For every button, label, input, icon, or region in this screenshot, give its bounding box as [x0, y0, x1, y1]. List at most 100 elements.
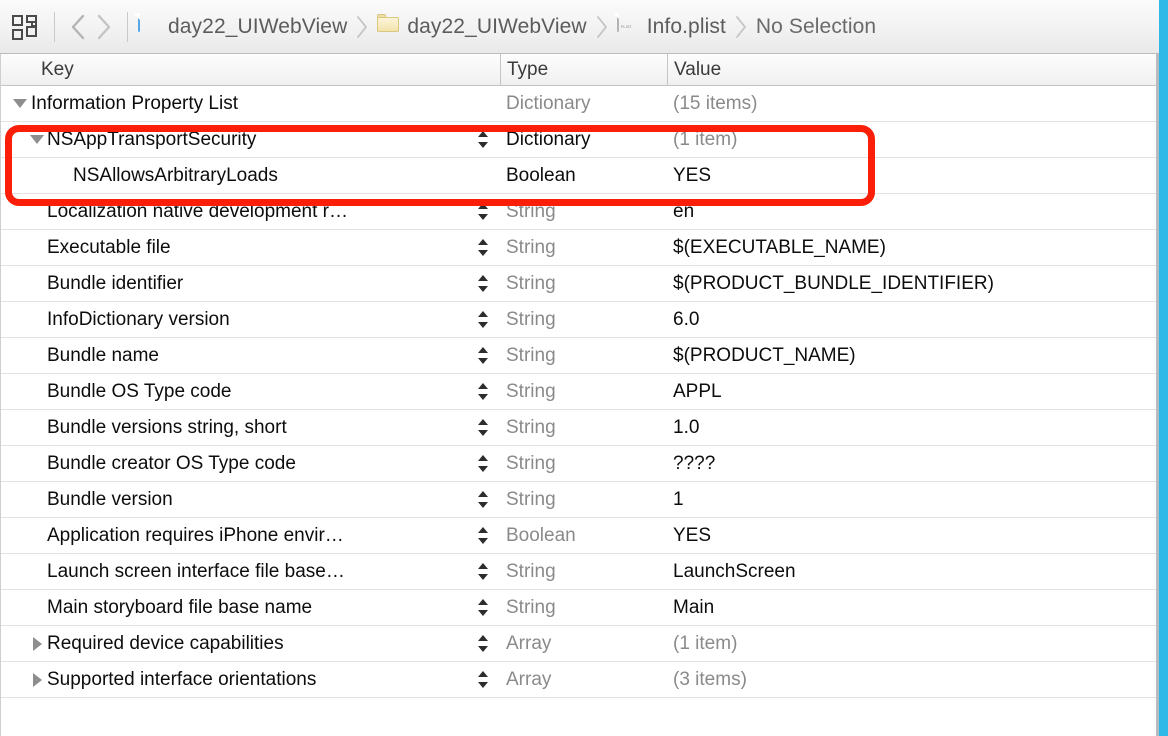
stepper-up-icon[interactable]	[478, 239, 488, 245]
stepper-up-icon[interactable]	[478, 491, 488, 497]
stepper-down-icon[interactable]	[478, 322, 488, 328]
stepper-down-icon[interactable]	[478, 286, 488, 292]
cell-key[interactable]: Localization native development r…	[1, 194, 466, 230]
stepper-down-icon[interactable]	[478, 610, 488, 616]
forward-chevron-icon[interactable]	[91, 10, 117, 44]
stepper-up-icon[interactable]	[478, 419, 488, 425]
row-stepper[interactable]	[466, 662, 500, 698]
cell-key[interactable]: Supported interface orientations	[1, 662, 466, 698]
cell-type[interactable]: String	[500, 597, 667, 619]
stepper-up-icon[interactable]	[478, 347, 488, 353]
cell-type[interactable]: String	[500, 561, 667, 583]
table-row[interactable]: InfoDictionary version String 6.0	[1, 302, 1160, 338]
stepper-up-icon[interactable]	[478, 527, 488, 533]
stepper-down-icon[interactable]	[478, 142, 488, 148]
stepper-down-icon[interactable]	[478, 646, 488, 652]
row-stepper[interactable]	[466, 302, 500, 338]
table-row[interactable]: Application requires iPhone envir… Boolea…	[1, 518, 1160, 554]
row-stepper[interactable]	[466, 626, 500, 662]
stepper-down-icon[interactable]	[478, 574, 488, 580]
table-row[interactable]: Supported interface orientations Array (3 …	[1, 662, 1160, 698]
cell-type[interactable]: Array	[500, 669, 667, 691]
cell-type[interactable]: String	[500, 453, 667, 475]
column-header-type[interactable]: Type	[500, 54, 667, 86]
row-stepper[interactable]	[466, 518, 500, 554]
row-stepper[interactable]	[466, 590, 500, 626]
stepper-down-icon[interactable]	[478, 538, 488, 544]
cell-value[interactable]: ????	[667, 453, 1160, 475]
breadcrumb-item-folder[interactable]: day22_UIWebView	[377, 10, 587, 44]
row-stepper[interactable]	[466, 338, 500, 374]
cell-key[interactable]: Bundle identifier	[1, 266, 466, 302]
cell-type[interactable]: String	[500, 381, 667, 403]
cell-value[interactable]: Main	[667, 597, 1160, 619]
cell-value[interactable]: (15 items)	[667, 93, 1160, 115]
stepper-down-icon[interactable]	[478, 682, 488, 688]
cell-value[interactable]: (3 items)	[667, 669, 1160, 691]
stepper-up-icon[interactable]	[478, 131, 488, 137]
cell-value[interactable]: $(PRODUCT_NAME)	[667, 345, 1160, 367]
stepper-up-icon[interactable]	[478, 383, 488, 389]
row-stepper[interactable]	[466, 410, 500, 446]
cell-type[interactable]: String	[500, 309, 667, 331]
row-stepper[interactable]	[466, 374, 500, 410]
stepper-up-icon[interactable]	[478, 455, 488, 461]
stepper-up-icon[interactable]	[478, 599, 488, 605]
cell-type[interactable]: String	[500, 489, 667, 511]
table-row[interactable]: Launch screen interface file base… String…	[1, 554, 1160, 590]
cell-type[interactable]: String	[500, 417, 667, 439]
table-row[interactable]: Bundle creator OS Type code String????	[1, 446, 1160, 482]
table-row[interactable]: NSAllowsArbitraryLoads Boolean YES	[1, 158, 1160, 194]
stepper-down-icon[interactable]	[478, 358, 488, 364]
cell-type[interactable]: Boolean	[500, 525, 667, 547]
column-header-value[interactable]: Value	[667, 54, 1160, 86]
cell-key[interactable]: Bundle creator OS Type code	[1, 446, 466, 482]
table-row[interactable]: Bundle versions string, short String 1.0	[1, 410, 1160, 446]
stepper-up-icon[interactable]	[478, 311, 488, 317]
cell-value[interactable]: en	[667, 201, 1160, 223]
cell-value[interactable]: YES	[667, 165, 1160, 187]
cell-value[interactable]: $(PRODUCT_BUNDLE_IDENTIFIER)	[667, 273, 1160, 295]
cell-key[interactable]: NSAllowsArbitraryLoads	[1, 158, 466, 194]
column-header-key[interactable]: Key	[1, 54, 500, 86]
table-row[interactable]: NSAppTransportSecurity Dictionary (1 item)	[1, 122, 1160, 158]
stepper-up-icon[interactable]	[478, 671, 488, 677]
cell-key[interactable]: Bundle OS Type code	[1, 374, 466, 410]
stepper-down-icon[interactable]	[478, 466, 488, 472]
row-stepper[interactable]	[466, 194, 500, 230]
cell-value[interactable]: APPL	[667, 381, 1160, 403]
stepper-down-icon[interactable]	[478, 502, 488, 508]
stepper-down-icon[interactable]	[478, 430, 488, 436]
row-stepper[interactable]	[466, 554, 500, 590]
breadcrumb-item-selection[interactable]: No Selection	[756, 10, 876, 44]
back-chevron-icon[interactable]	[65, 10, 91, 44]
row-stepper[interactable]	[466, 482, 500, 518]
row-stepper[interactable]	[466, 122, 500, 158]
cell-value[interactable]: 1	[667, 489, 1160, 511]
cell-value[interactable]: YES	[667, 525, 1160, 547]
grid-icon[interactable]	[12, 14, 38, 40]
cell-type[interactable]: Dictionary	[500, 129, 667, 151]
disclosure-triangle-collapsed-icon[interactable]	[27, 636, 47, 651]
breadcrumb-item-file[interactable]: PLIST Info.plist	[616, 10, 726, 44]
cell-value[interactable]: (1 item)	[667, 633, 1160, 655]
disclosure-triangle-expanded-icon[interactable]	[9, 99, 31, 108]
cell-key[interactable]: Launch screen interface file base…	[1, 554, 466, 590]
cell-value[interactable]: 1.0	[667, 417, 1160, 439]
cell-key[interactable]: Information Property List	[1, 86, 466, 122]
cell-type[interactable]: Array	[500, 633, 667, 655]
stepper-down-icon[interactable]	[478, 394, 488, 400]
table-row[interactable]: Information Property List Dictionary (15 i…	[1, 86, 1160, 122]
stepper-down-icon[interactable]	[478, 214, 488, 220]
cell-key[interactable]: NSAppTransportSecurity	[1, 122, 466, 158]
cell-value[interactable]: 6.0	[667, 309, 1160, 331]
cell-key[interactable]: Bundle name	[1, 338, 466, 374]
cell-type[interactable]: String	[500, 345, 667, 367]
cell-type[interactable]: Dictionary	[500, 93, 667, 115]
table-row[interactable]: Bundle name String $(PRODUCT_NAME)	[1, 338, 1160, 374]
table-row[interactable]: Localization native development r… String…	[1, 194, 1160, 230]
cell-type[interactable]: String	[500, 237, 667, 259]
stepper-up-icon[interactable]	[478, 203, 488, 209]
cell-value[interactable]: (1 item)	[667, 129, 1160, 151]
cell-type[interactable]: String	[500, 201, 667, 223]
